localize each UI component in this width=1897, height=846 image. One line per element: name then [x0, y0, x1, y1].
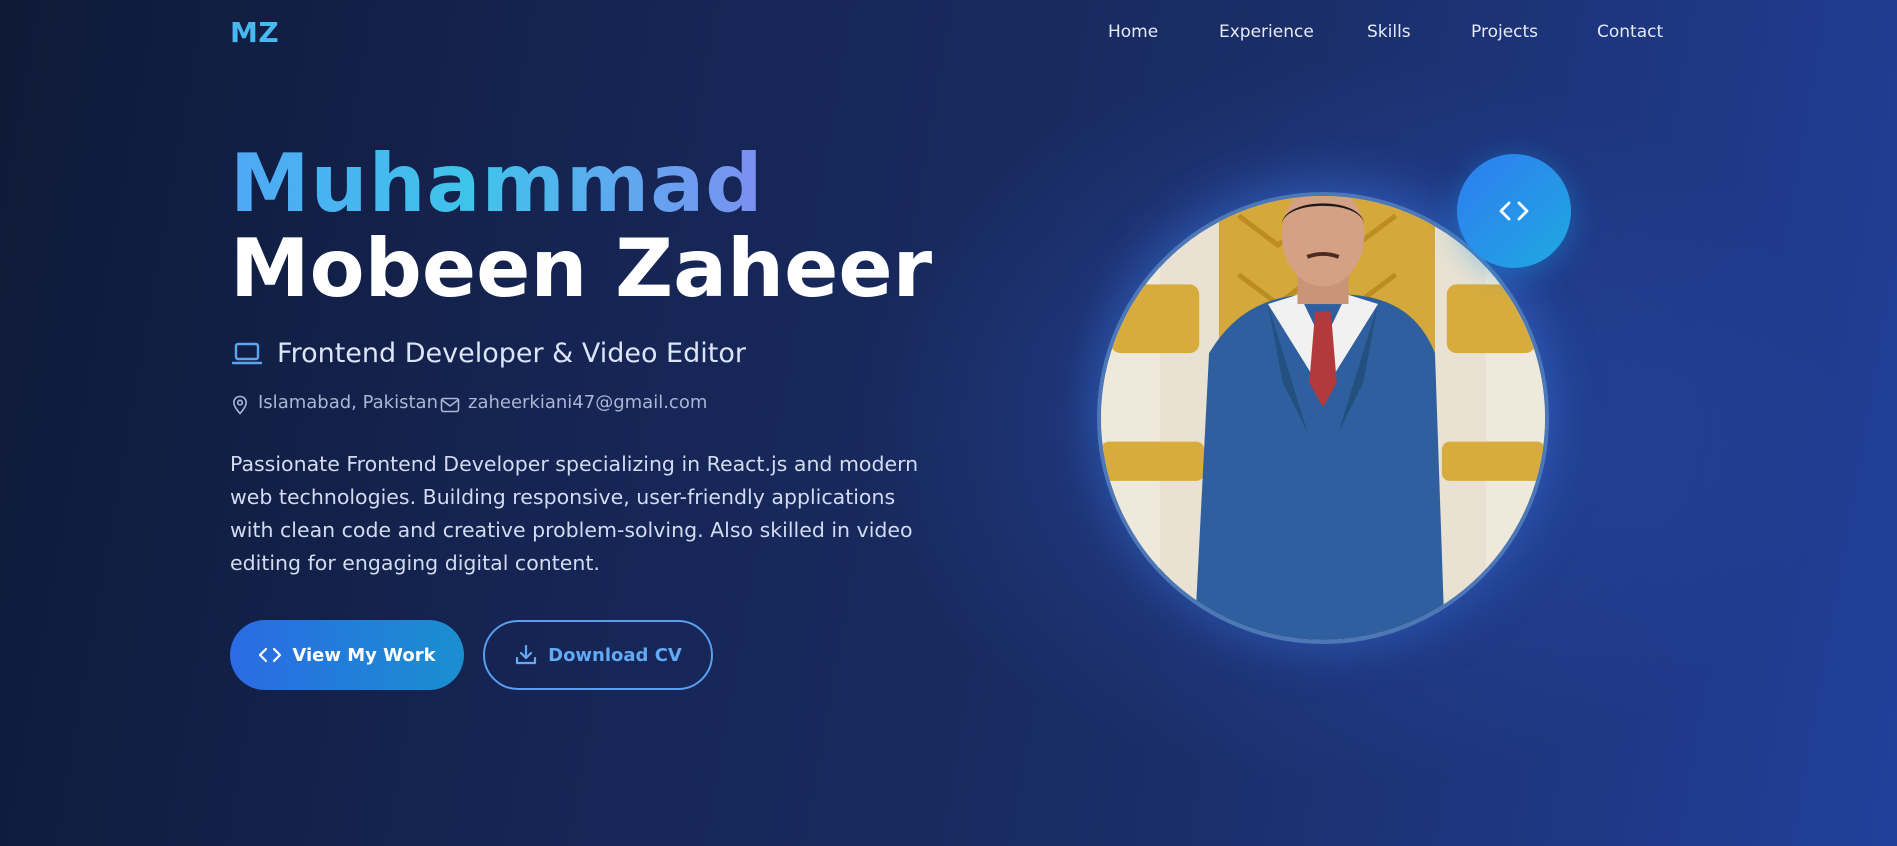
email-link[interactable]: zaheerkiani47@gmail.com [468, 392, 707, 413]
bio-paragraph: Passionate Frontend Developer specializi… [230, 452, 919, 575]
nav-link-home[interactable]: Home [1108, 22, 1158, 42]
nav-link-experience[interactable]: Experience [1219, 22, 1314, 42]
profile-portrait-illustration [1101, 196, 1545, 640]
top-nav: MZ Home Experience Skills Projects Conta… [0, 0, 1897, 66]
nav-link-skills[interactable]: Skills [1367, 22, 1411, 42]
location-text: Islamabad, Pakistan [258, 392, 438, 413]
view-my-work-button[interactable]: View My Work [230, 620, 464, 690]
hero-buttons: View My Work Download CV [230, 620, 990, 690]
profile-photo [1097, 192, 1549, 644]
nav-link-projects[interactable]: Projects [1471, 22, 1538, 42]
hero-last-name: Mobeen Zaheer [230, 222, 933, 315]
hero-first-name: Muhammad [230, 137, 764, 230]
map-pin-icon [232, 395, 248, 415]
view-my-work-label: View My Work [292, 644, 436, 666]
nav-links: Home Experience Skills Projects Contact [0, 22, 1897, 46]
laptop-icon [232, 342, 262, 365]
code-icon [1499, 201, 1529, 221]
role-line: Frontend Developer & Video Editor [230, 338, 990, 374]
role-title: Frontend Developer & Video Editor [277, 338, 746, 369]
hero-intro: Muhammad Mobeen Zaheer Frontend Develope… [230, 136, 990, 690]
nav-link-contact[interactable]: Contact [1597, 22, 1663, 42]
download-cv-label: Download CV [548, 644, 682, 666]
download-cv-button[interactable]: Download CV [483, 620, 713, 690]
download-icon [516, 644, 537, 665]
mail-icon [440, 397, 460, 413]
code-icon [259, 647, 282, 663]
code-badge [1457, 154, 1571, 268]
contact-info: Islamabad, Pakistan zaheerkiani47@gmail.… [230, 392, 990, 418]
